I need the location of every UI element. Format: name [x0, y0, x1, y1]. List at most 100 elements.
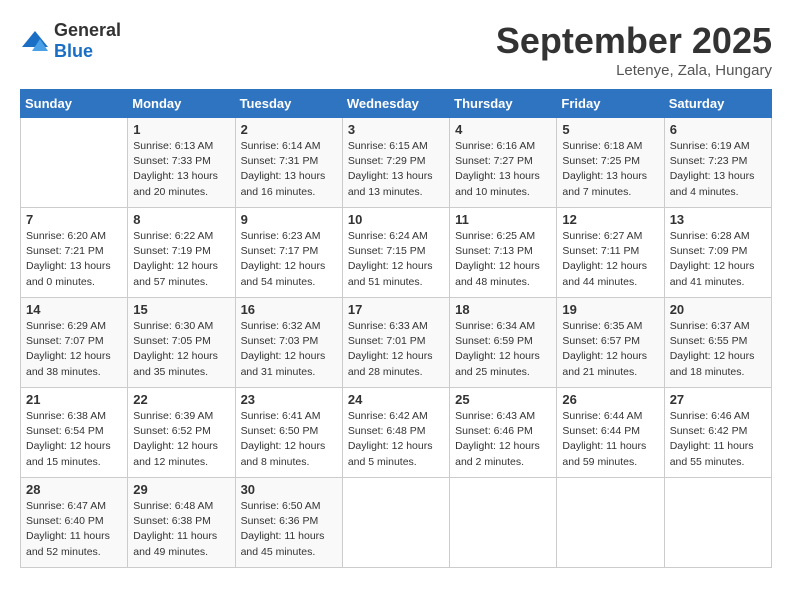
- calendar-cell: 29Sunrise: 6:48 AM Sunset: 6:38 PM Dayli…: [128, 478, 235, 568]
- calendar-cell: 1 Sunrise: 6:13 AM Sunset: 7:33 PM Daylig…: [128, 118, 235, 208]
- calendar-cell: 16 Sunrise: 6:32 AM Sunset: 7:03 PM Dayli…: [235, 298, 342, 388]
- weekday-header-row: SundayMondayTuesdayWednesdayThursdayFrid…: [21, 90, 772, 118]
- weekday-saturday: Saturday: [664, 90, 771, 118]
- day-number: 18: [455, 302, 551, 317]
- day-number: 26: [562, 392, 658, 407]
- day-number: 12: [562, 212, 658, 227]
- logo-icon: [20, 29, 50, 53]
- calendar-cell: 9Sunrise: 6:23 AM Sunset: 7:17 PM Daylig…: [235, 208, 342, 298]
- location: Letenye, Zala, Hungary: [496, 62, 772, 79]
- day-number: 23: [241, 392, 337, 407]
- logo-blue: Blue: [54, 41, 93, 61]
- day-info: Sunrise: 6:38 AM Sunset: 6:54 PM Dayligh…: [26, 409, 122, 470]
- day-number: 22: [133, 392, 229, 407]
- day-number: 21: [26, 392, 122, 407]
- weekday-wednesday: Wednesday: [342, 90, 449, 118]
- day-info: Sunrise: 6:19 AM Sunset: 7:23 PM Dayligh…: [670, 139, 766, 200]
- day-info: Sunrise: 6:15 AM Sunset: 7:29 PM Dayligh…: [348, 139, 444, 200]
- day-info: Sunrise: 6:18 AM Sunset: 7:25 PM Dayligh…: [562, 139, 658, 200]
- day-number: 30: [241, 482, 337, 497]
- calendar-body: 1 Sunrise: 6:13 AM Sunset: 7:33 PM Daylig…: [21, 118, 772, 568]
- day-info: Sunrise: 6:20 AM Sunset: 7:21 PM Dayligh…: [26, 229, 122, 290]
- week-row-1: 1 Sunrise: 6:13 AM Sunset: 7:33 PM Daylig…: [21, 118, 772, 208]
- logo: General Blue: [20, 20, 121, 62]
- weekday-tuesday: Tuesday: [235, 90, 342, 118]
- weekday-friday: Friday: [557, 90, 664, 118]
- day-info: Sunrise: 6:50 AM Sunset: 6:36 PM Dayligh…: [241, 499, 337, 560]
- day-number: 25: [455, 392, 551, 407]
- day-number: 14: [26, 302, 122, 317]
- calendar-cell: 18 Sunrise: 6:34 AM Sunset: 6:59 PM Dayli…: [450, 298, 557, 388]
- header: General Blue September 2025 Letenye, Zal…: [20, 20, 772, 79]
- day-info: Sunrise: 6:28 AM Sunset: 7:09 PM Dayligh…: [670, 229, 766, 290]
- day-info: Sunrise: 6:13 AM Sunset: 7:33 PM Dayligh…: [133, 139, 229, 200]
- calendar-cell: 14 Sunrise: 6:29 AM Sunset: 7:07 PM Dayli…: [21, 298, 128, 388]
- day-info: Sunrise: 6:25 AM Sunset: 7:13 PM Dayligh…: [455, 229, 551, 290]
- month-title: September 2025: [496, 20, 772, 62]
- logo-general: General: [54, 20, 121, 40]
- day-info: Sunrise: 6:33 AM Sunset: 7:01 PM Dayligh…: [348, 319, 444, 380]
- calendar-cell: 20 Sunrise: 6:37 AM Sunset: 6:55 PM Dayli…: [664, 298, 771, 388]
- day-number: 8: [133, 212, 229, 227]
- calendar-cell: 7Sunrise: 6:20 AM Sunset: 7:21 PM Daylig…: [21, 208, 128, 298]
- day-info: Sunrise: 6:22 AM Sunset: 7:19 PM Dayligh…: [133, 229, 229, 290]
- day-number: 15: [133, 302, 229, 317]
- day-info: Sunrise: 6:32 AM Sunset: 7:03 PM Dayligh…: [241, 319, 337, 380]
- calendar-cell: [342, 478, 449, 568]
- calendar-cell: 2 Sunrise: 6:14 AM Sunset: 7:31 PM Daylig…: [235, 118, 342, 208]
- title-area: September 2025 Letenye, Zala, Hungary: [496, 20, 772, 79]
- day-info: Sunrise: 6:16 AM Sunset: 7:27 PM Dayligh…: [455, 139, 551, 200]
- calendar-cell: 23Sunrise: 6:41 AM Sunset: 6:50 PM Dayli…: [235, 388, 342, 478]
- day-info: Sunrise: 6:37 AM Sunset: 6:55 PM Dayligh…: [670, 319, 766, 380]
- calendar-cell: 26Sunrise: 6:44 AM Sunset: 6:44 PM Dayli…: [557, 388, 664, 478]
- calendar-cell: 19 Sunrise: 6:35 AM Sunset: 6:57 PM Dayli…: [557, 298, 664, 388]
- day-number: 4: [455, 122, 551, 137]
- day-number: 27: [670, 392, 766, 407]
- day-number: 28: [26, 482, 122, 497]
- weekday-sunday: Sunday: [21, 90, 128, 118]
- day-info: Sunrise: 6:34 AM Sunset: 6:59 PM Dayligh…: [455, 319, 551, 380]
- day-info: Sunrise: 6:35 AM Sunset: 6:57 PM Dayligh…: [562, 319, 658, 380]
- calendar-cell: 3Sunrise: 6:15 AM Sunset: 7:29 PM Daylig…: [342, 118, 449, 208]
- day-number: 19: [562, 302, 658, 317]
- calendar-cell: [450, 478, 557, 568]
- day-info: Sunrise: 6:30 AM Sunset: 7:05 PM Dayligh…: [133, 319, 229, 380]
- calendar-cell: 22 Sunrise: 6:39 AM Sunset: 6:52 PM Dayli…: [128, 388, 235, 478]
- calendar-cell: 30 Sunrise: 6:50 AM Sunset: 6:36 PM Dayli…: [235, 478, 342, 568]
- calendar-cell: 24Sunrise: 6:42 AM Sunset: 6:48 PM Dayli…: [342, 388, 449, 478]
- day-number: 24: [348, 392, 444, 407]
- day-number: 16: [241, 302, 337, 317]
- calendar-cell: 25 Sunrise: 6:43 AM Sunset: 6:46 PM Dayli…: [450, 388, 557, 478]
- day-number: 10: [348, 212, 444, 227]
- week-row-5: 28 Sunrise: 6:47 AM Sunset: 6:40 PM Dayli…: [21, 478, 772, 568]
- calendar-cell: 27Sunrise: 6:46 AM Sunset: 6:42 PM Dayli…: [664, 388, 771, 478]
- calendar-cell: [557, 478, 664, 568]
- calendar-cell: 6Sunrise: 6:19 AM Sunset: 7:23 PM Daylig…: [664, 118, 771, 208]
- day-number: 13: [670, 212, 766, 227]
- week-row-2: 7Sunrise: 6:20 AM Sunset: 7:21 PM Daylig…: [21, 208, 772, 298]
- calendar-cell: 12 Sunrise: 6:27 AM Sunset: 7:11 PM Dayli…: [557, 208, 664, 298]
- calendar-table: SundayMondayTuesdayWednesdayThursdayFrid…: [20, 89, 772, 568]
- day-number: 11: [455, 212, 551, 227]
- day-number: 2: [241, 122, 337, 137]
- day-info: Sunrise: 6:43 AM Sunset: 6:46 PM Dayligh…: [455, 409, 551, 470]
- calendar-cell: 8 Sunrise: 6:22 AM Sunset: 7:19 PM Daylig…: [128, 208, 235, 298]
- calendar-cell: 11 Sunrise: 6:25 AM Sunset: 7:13 PM Dayli…: [450, 208, 557, 298]
- day-info: Sunrise: 6:24 AM Sunset: 7:15 PM Dayligh…: [348, 229, 444, 290]
- week-row-3: 14 Sunrise: 6:29 AM Sunset: 7:07 PM Dayli…: [21, 298, 772, 388]
- day-number: 17: [348, 302, 444, 317]
- day-number: 1: [133, 122, 229, 137]
- calendar-cell: 4 Sunrise: 6:16 AM Sunset: 7:27 PM Daylig…: [450, 118, 557, 208]
- week-row-4: 21 Sunrise: 6:38 AM Sunset: 6:54 PM Dayli…: [21, 388, 772, 478]
- calendar-cell: [664, 478, 771, 568]
- calendar-cell: 10 Sunrise: 6:24 AM Sunset: 7:15 PM Dayli…: [342, 208, 449, 298]
- weekday-thursday: Thursday: [450, 90, 557, 118]
- day-number: 20: [670, 302, 766, 317]
- day-info: Sunrise: 6:47 AM Sunset: 6:40 PM Dayligh…: [26, 499, 122, 560]
- calendar-cell: 5Sunrise: 6:18 AM Sunset: 7:25 PM Daylig…: [557, 118, 664, 208]
- day-info: Sunrise: 6:27 AM Sunset: 7:11 PM Dayligh…: [562, 229, 658, 290]
- calendar-cell: 13 Sunrise: 6:28 AM Sunset: 7:09 PM Dayli…: [664, 208, 771, 298]
- day-info: Sunrise: 6:29 AM Sunset: 7:07 PM Dayligh…: [26, 319, 122, 380]
- day-info: Sunrise: 6:39 AM Sunset: 6:52 PM Dayligh…: [133, 409, 229, 470]
- day-info: Sunrise: 6:14 AM Sunset: 7:31 PM Dayligh…: [241, 139, 337, 200]
